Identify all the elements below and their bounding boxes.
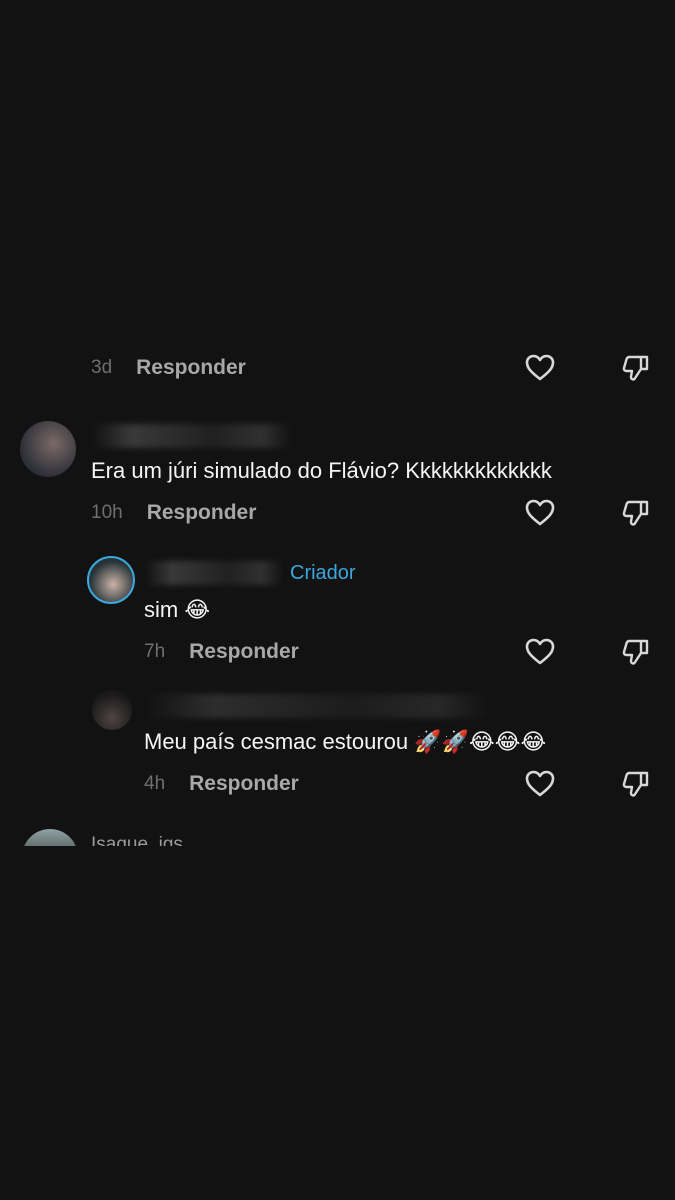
dislike-icon bbox=[621, 353, 651, 383]
comment-timestamp: 7h bbox=[144, 641, 166, 662]
dislike-icon bbox=[621, 498, 651, 528]
empty-area bbox=[0, 846, 675, 1200]
heart-icon bbox=[525, 638, 555, 666]
like-button[interactable] bbox=[522, 495, 558, 531]
username-redacted bbox=[145, 694, 490, 718]
comment-timestamp: 10h bbox=[91, 502, 123, 523]
comment-timestamp: 3d bbox=[91, 357, 113, 378]
like-button[interactable] bbox=[522, 634, 558, 670]
comment-meta: 7h Responder bbox=[144, 637, 299, 667]
dislike-button[interactable] bbox=[618, 350, 654, 386]
avatar[interactable] bbox=[87, 556, 135, 604]
creator-badge: Criador bbox=[290, 562, 356, 584]
dislike-button[interactable] bbox=[618, 766, 654, 802]
heart-icon bbox=[525, 770, 555, 798]
heart-icon bbox=[525, 499, 555, 527]
comment-text: sim 😂 bbox=[144, 597, 211, 622]
reply-button[interactable]: Responder bbox=[147, 501, 257, 525]
dislike-button[interactable] bbox=[618, 634, 654, 670]
comment-text: Meu país cesmac estourou 🚀🚀😂😂😂 bbox=[144, 729, 547, 754]
dislike-icon bbox=[621, 769, 651, 799]
username-redacted bbox=[145, 561, 283, 585]
reply-button[interactable]: Responder bbox=[189, 772, 299, 796]
comment-meta: 4h Responder bbox=[144, 769, 299, 799]
reply-button[interactable]: Responder bbox=[136, 356, 246, 380]
comment-timestamp: 4h bbox=[144, 773, 166, 794]
comment-meta: 3d Responder bbox=[91, 353, 246, 383]
reply-button[interactable]: Responder bbox=[189, 640, 299, 664]
comment-meta: 10h Responder bbox=[91, 498, 256, 528]
dislike-icon bbox=[621, 637, 651, 667]
like-button[interactable] bbox=[522, 350, 558, 386]
avatar[interactable] bbox=[92, 690, 132, 730]
like-button[interactable] bbox=[522, 766, 558, 802]
dislike-button[interactable] bbox=[618, 495, 654, 531]
username-redacted bbox=[92, 424, 292, 448]
avatar[interactable] bbox=[20, 421, 76, 477]
heart-icon bbox=[525, 354, 555, 382]
comment-text: Era um júri simulado do Flávio? Kkkkkkkk… bbox=[91, 458, 552, 483]
